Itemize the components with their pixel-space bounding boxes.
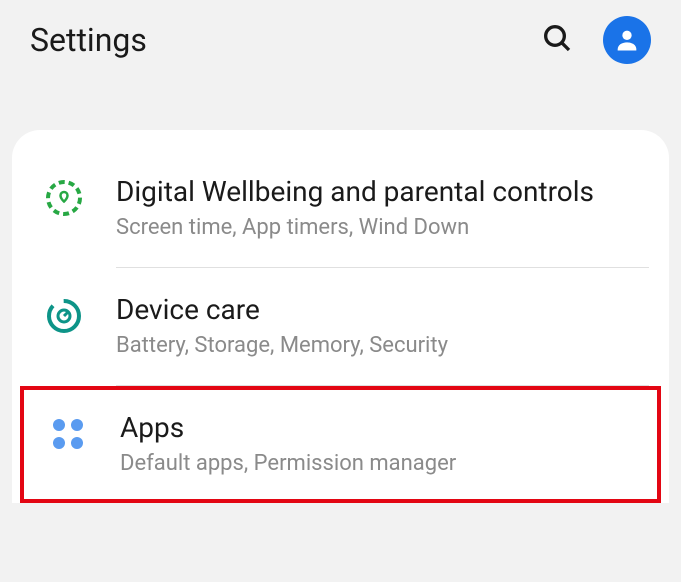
settings-item-content: Apps Default apps, Permission manager — [120, 410, 633, 479]
profile-icon[interactable] — [603, 16, 651, 64]
settings-item-digital-wellbeing[interactable]: Digital Wellbeing and parental controls … — [12, 150, 669, 267]
settings-card: Digital Wellbeing and parental controls … — [12, 130, 669, 503]
highlight-annotation: Apps Default apps, Permission manager — [20, 386, 661, 503]
wellbeing-icon — [44, 178, 84, 218]
settings-item-apps[interactable]: Apps Default apps, Permission manager — [24, 390, 657, 499]
settings-item-title: Apps — [120, 410, 633, 446]
settings-item-title: Device care — [116, 292, 637, 328]
settings-item-content: Digital Wellbeing and parental controls … — [116, 174, 637, 243]
settings-header: Settings — [0, 0, 681, 80]
settings-item-device-care[interactable]: Device care Battery, Storage, Memory, Se… — [12, 268, 669, 385]
settings-item-subtitle: Default apps, Permission manager — [120, 450, 633, 479]
search-icon[interactable] — [541, 22, 573, 58]
settings-item-subtitle: Battery, Storage, Memory, Security — [116, 332, 637, 361]
apps-icon — [48, 414, 88, 454]
settings-item-subtitle: Screen time, App timers, Wind Down — [116, 214, 637, 243]
device-care-icon — [44, 296, 84, 336]
settings-item-content: Device care Battery, Storage, Memory, Se… — [116, 292, 637, 361]
page-title: Settings — [30, 21, 541, 59]
header-actions — [541, 16, 651, 64]
settings-item-title: Digital Wellbeing and parental controls — [116, 174, 637, 210]
